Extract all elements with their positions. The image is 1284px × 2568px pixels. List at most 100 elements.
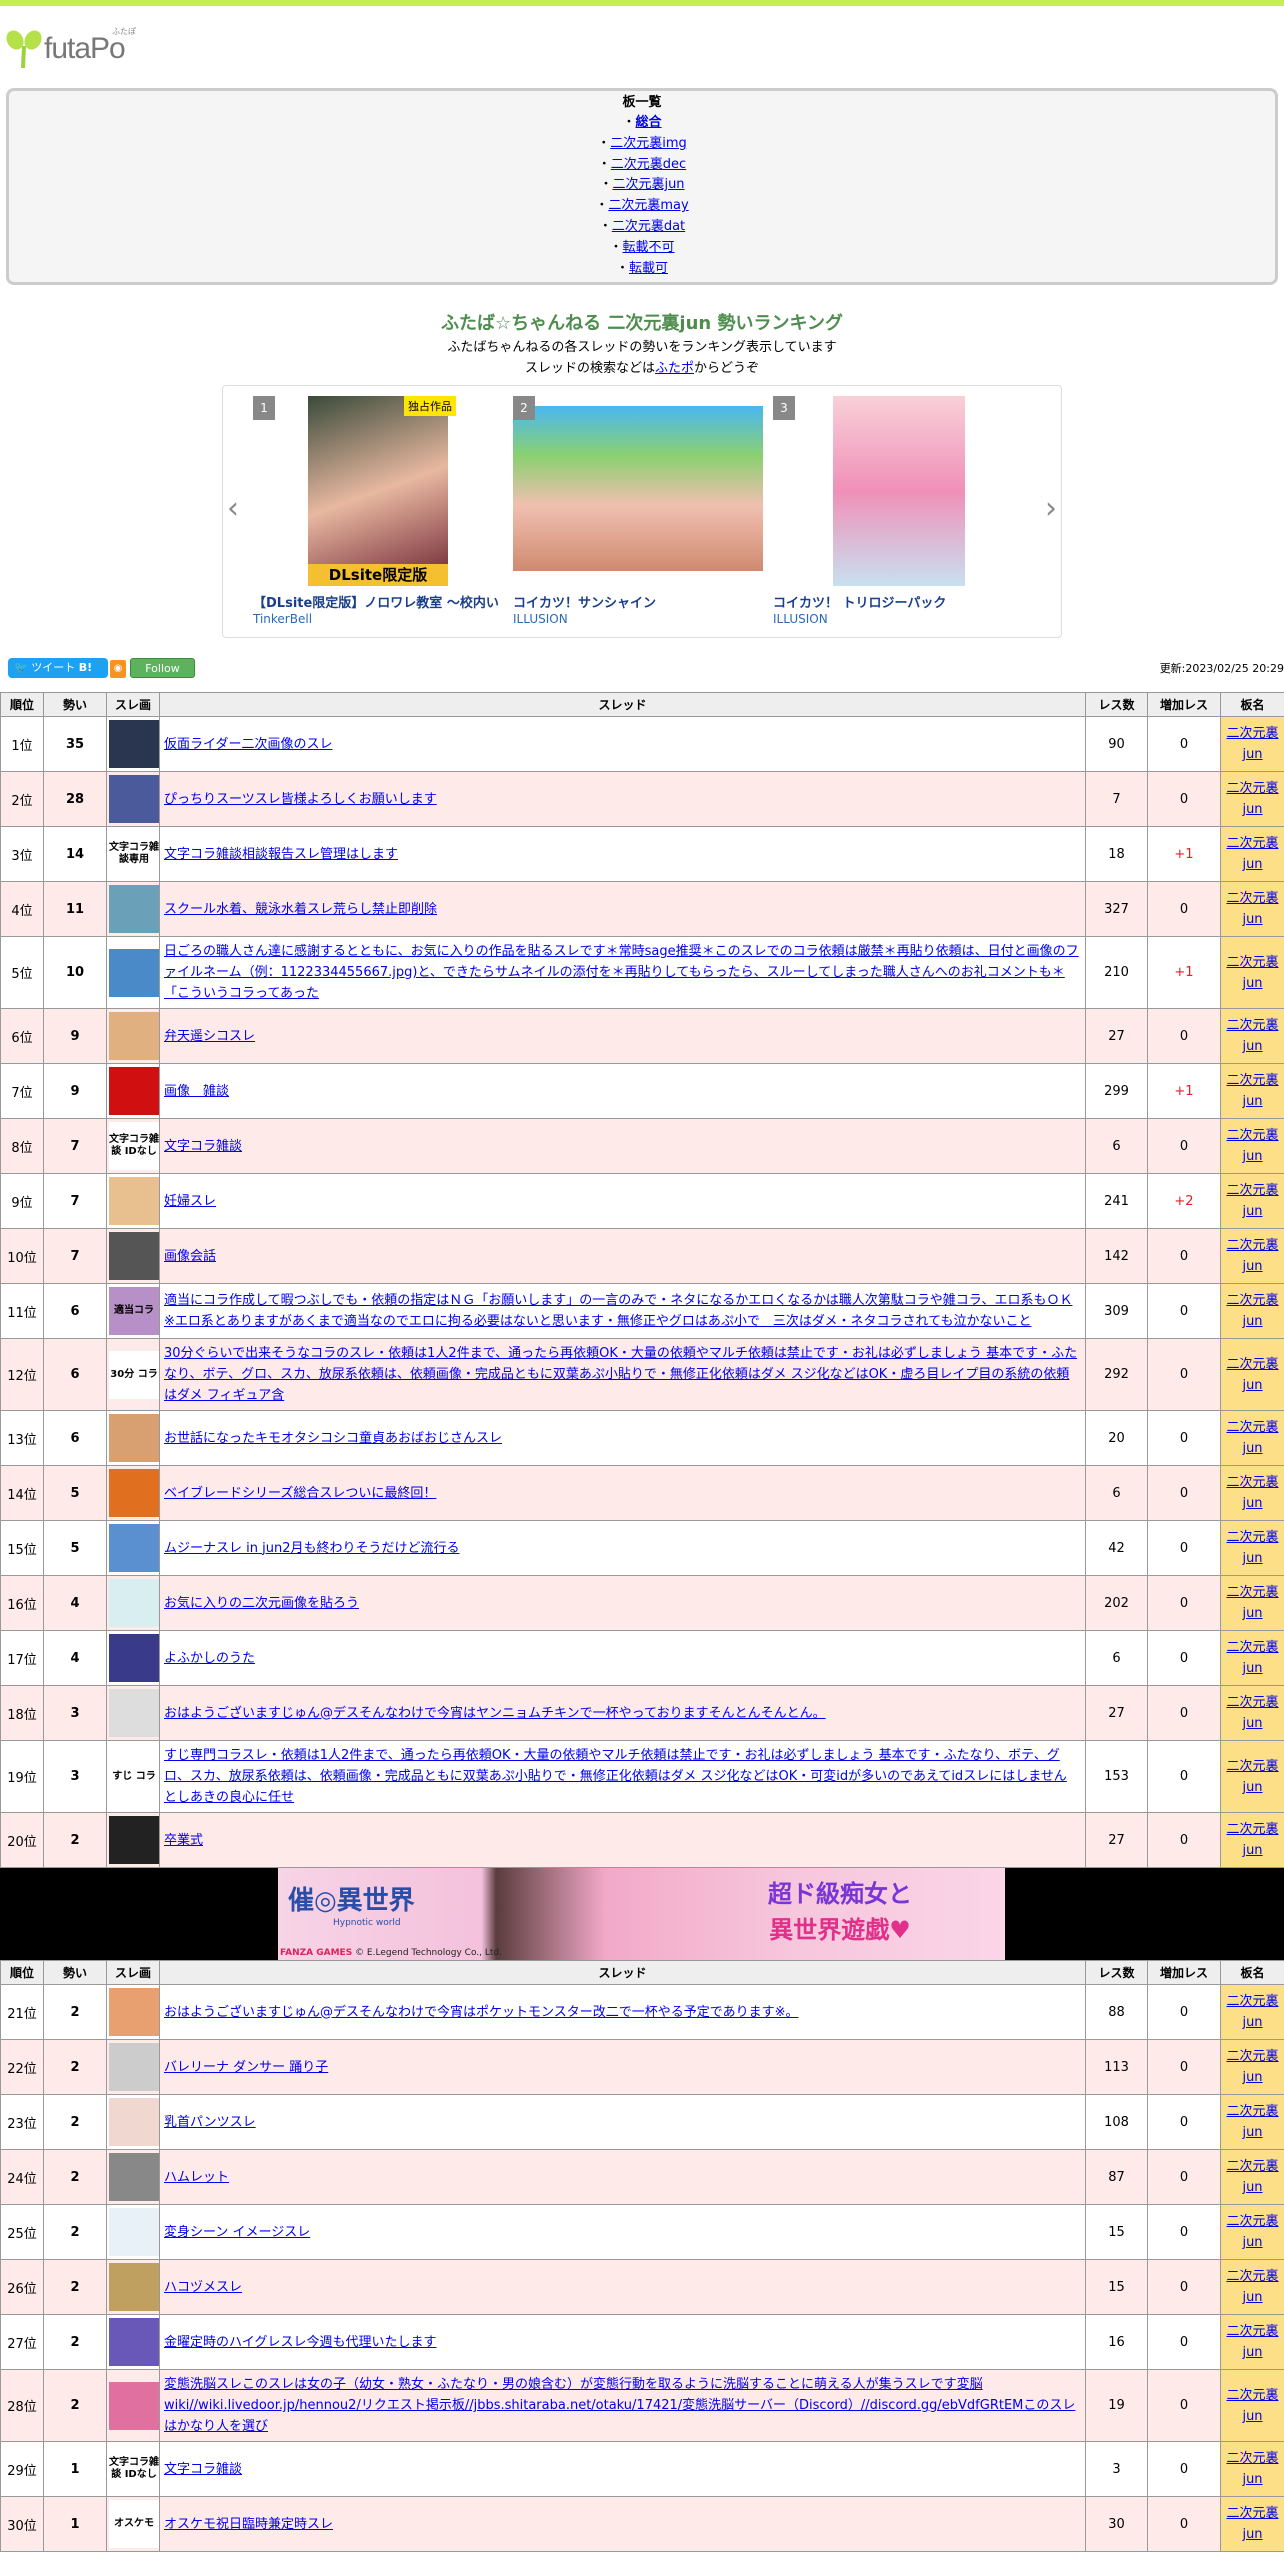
thread-thumbnail[interactable]: 30分 コラ [109,1350,159,1399]
thread-link[interactable]: 卒業式 [164,1833,203,1848]
board-link[interactable]: 二次元裏img [610,136,687,151]
thumbnail-cell[interactable] [106,1630,160,1686]
thread-link[interactable]: 変態洗脳スレこのスレは女の子（幼女・熟女・ふたなり・男の娘含む）が変態行動を取る… [164,2377,1075,2434]
carousel-item[interactable]: 独占作品 DLsite限定版 1 【DLsite限定版】ノロワレ教室 ～校内い … [253,386,503,636]
thumbnail-cell[interactable]: 30分 コラ [106,1338,160,1411]
board-link[interactable]: 二次元裏jun [612,177,684,192]
thread-thumbnail[interactable] [109,948,159,997]
column-header[interactable]: 順位 [0,1960,44,1985]
thread-link[interactable]: 文字コラ雑談 [164,2462,242,2477]
thread-thumbnail[interactable]: 文字コラ雑談専用 [109,830,159,878]
thread-thumbnail[interactable]: オスケモ [109,2500,159,2548]
column-header[interactable]: 順位 [0,692,44,717]
thread-link[interactable]: 妊婦スレ [164,1194,216,1209]
thread-thumbnail[interactable] [109,1414,159,1462]
thumbnail-cell[interactable] [106,2314,160,2370]
board-name-link[interactable]: 二次元裏 jun [1226,1183,1278,1219]
thread-link[interactable]: すじ専門コラスレ・依頼は1人2件まで、通ったら再依頼OK・大量の依頼やマルチ依頼… [164,1748,1067,1805]
ad-image[interactable]: 催◎異世界 Hypnotic world 超ド級痴女と 異世界遊戯♥ FANZA GAM… [278,1868,1005,1960]
column-header[interactable]: 勢い [43,692,107,717]
board-name-link[interactable]: 二次元裏 jun [1226,2324,1278,2360]
board-name-link[interactable]: 二次元裏 jun [1226,2104,1278,2140]
board-name-link[interactable]: 二次元裏 jun [1226,2214,1278,2250]
thumbnail-cell[interactable] [106,2039,160,2095]
thread-thumbnail[interactable] [109,1177,159,1225]
board-name-link[interactable]: 二次元裏 jun [1226,2388,1278,2424]
column-header[interactable]: スレッド [159,1960,1086,1985]
thread-link[interactable]: バレリーナ ダンサー 踊り子 [164,2060,328,2075]
thread-link[interactable]: ぴっちりスーツスレ皆様よろしくお願いします [164,792,437,807]
thread-thumbnail[interactable] [109,1634,159,1682]
thread-thumbnail[interactable] [109,1469,159,1517]
column-header[interactable]: 増加レス [1147,1960,1221,1985]
thread-link[interactable]: 金曜定時のハイグレスレ今週も代理いたします [164,2335,436,2350]
board-name-link[interactable]: 二次元裏 jun [1226,1585,1278,1621]
thread-link[interactable]: 乳首パンツスレ [164,2115,256,2130]
thumbnail-cell[interactable] [106,1575,160,1631]
thumbnail-cell[interactable] [106,1410,160,1466]
thumbnail-cell[interactable]: 文字コラ雑談専用 [106,826,160,882]
product-maker[interactable]: ILLUSION [513,612,568,626]
thread-link[interactable]: 画像 雑談 [164,1084,229,1099]
thread-thumbnail[interactable] [109,1579,159,1627]
thread-thumbnail[interactable] [109,1067,159,1115]
thread-thumbnail[interactable] [109,1232,159,1280]
thread-link[interactable]: 日ごろの職人さん達に感謝するとともに、お気に入りの作品を貼るスレです＊常時sag… [164,944,1079,1001]
board-name-link[interactable]: 二次元裏 jun [1226,2159,1278,2195]
thumbnail-cell[interactable] [106,716,160,772]
tweet-button[interactable]: 🐦 ツイート B! [8,658,108,678]
board-link[interactable]: 転載不可 [623,240,675,255]
thread-thumbnail[interactable] [109,2318,159,2366]
thread-thumbnail[interactable] [109,1988,159,2036]
thumbnail-cell[interactable] [106,2149,160,2205]
thread-thumbnail[interactable] [109,720,159,768]
thumbnail-cell[interactable]: 文字コラ雑談 IDなし [106,2441,160,2497]
board-link[interactable]: 二次元裏dat [612,219,685,234]
thumbnail-cell[interactable] [106,2094,160,2150]
board-name-link[interactable]: 二次元裏 jun [1226,2269,1278,2305]
carousel-item[interactable]: 3 コイカツ！ トリロジーパック ILLUSION [773,386,1023,636]
thumbnail-cell[interactable]: 適当コラ [106,1283,160,1339]
thumbnail-cell[interactable] [106,2259,160,2315]
rss-icon[interactable]: ◉ [110,660,126,678]
thread-link[interactable]: おはようございますじゅん@デスそんなわけで今宵はヤンニョムチキンで一杯やっており… [164,1706,826,1721]
thread-link[interactable]: おはようございますじゅん@デスそんなわけで今宵はポケットモンスター改二で一杯やる… [164,2005,799,2020]
thread-thumbnail[interactable] [109,1012,159,1060]
thread-link[interactable]: よふかしのうた [164,1651,255,1666]
board-name-link[interactable]: 二次元裏 jun [1226,955,1278,991]
site-logo[interactable]: futaPo ふたぽ [0,6,1284,86]
thread-thumbnail[interactable]: 文字コラ雑談 IDなし [109,2445,159,2493]
board-link[interactable]: 二次元裏dec [611,157,686,172]
thumbnail-cell[interactable] [106,1812,160,1868]
thread-link[interactable]: お世話になったキモオタシコシコ童貞あおばおじさんスレ [164,1431,502,1446]
column-header[interactable]: 板名 [1220,692,1284,717]
thread-thumbnail[interactable]: すじ コラ [109,1752,159,1801]
thread-link[interactable]: 変身シーン イメージスレ [164,2225,310,2240]
board-name-link[interactable]: 二次元裏 jun [1226,1994,1278,2030]
thumbnail-cell[interactable] [106,1685,160,1741]
thread-link[interactable]: オスケモ祝日臨時兼定時スレ [164,2517,333,2532]
thumbnail-cell[interactable] [106,1173,160,1229]
board-name-link[interactable]: 二次元裏 jun [1226,2506,1278,2542]
board-name-link[interactable]: 二次元裏 jun [1226,2049,1278,2085]
product-image[interactable] [513,406,763,571]
thumbnail-cell[interactable]: すじ コラ [106,1740,160,1813]
thread-thumbnail[interactable] [109,1816,159,1864]
board-name-link[interactable]: 二次元裏 jun [1226,1530,1278,1566]
thread-thumbnail[interactable] [109,2381,159,2430]
thread-link[interactable]: 仮面ライダー二次画像のスレ [164,737,332,752]
board-name-link[interactable]: 二次元裏 jun [1226,1073,1278,1109]
board-name-link[interactable]: 二次元裏 jun [1226,781,1278,817]
hatena-bookmark-button[interactable]: B! [79,661,92,674]
thread-thumbnail[interactable]: 文字コラ雑談 IDなし [109,1122,159,1170]
thread-thumbnail[interactable] [109,2208,159,2256]
ad-banner[interactable]: 催◎異世界 Hypnotic world 超ド級痴女と 異世界遊戯♥ FANZA GAM… [0,1868,1284,1960]
product-title[interactable]: コイカツ！ トリロジーパック [773,592,1023,611]
column-header[interactable]: 増加レス [1147,692,1221,717]
thumbnail-cell[interactable] [106,1520,160,1576]
thread-thumbnail[interactable] [109,2043,159,2091]
thumbnail-cell[interactable] [106,936,160,1009]
board-name-link[interactable]: 二次元裏 jun [1226,726,1278,762]
thread-link[interactable]: お気に入りの二次元画像を貼ろう [164,1596,359,1611]
thread-link[interactable]: ハコヅメスレ [164,2280,242,2295]
